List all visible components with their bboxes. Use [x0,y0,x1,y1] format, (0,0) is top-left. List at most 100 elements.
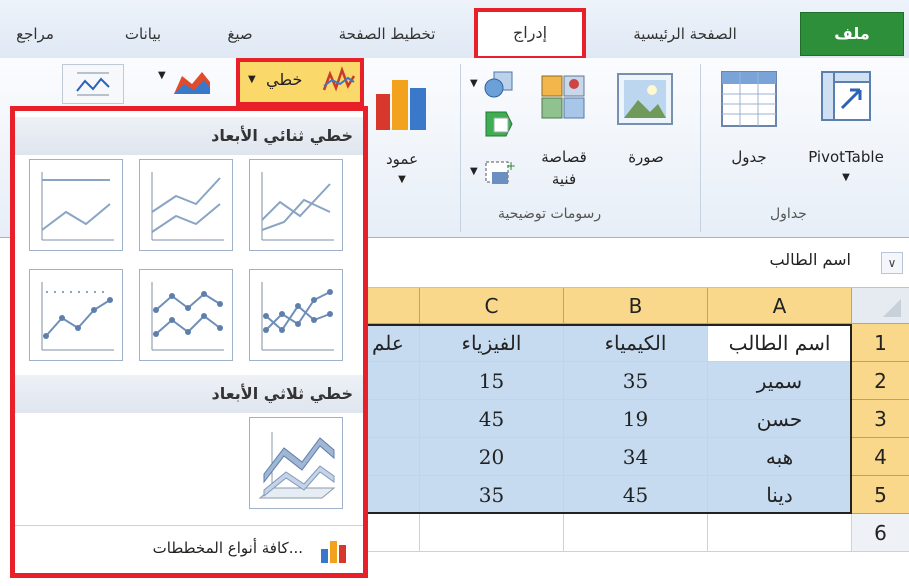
table-cell[interactable]: سمير [708,362,852,400]
table-cell[interactable]: 45 [420,400,564,438]
chevron-down-icon: ▼ [470,78,478,89]
chevron-down-icon: ▼ [398,174,406,185]
formula-bar-value: اسم الطالب [769,250,852,269]
column-chart-button[interactable]: عمود ▼ [368,64,436,194]
line-chart-icon [322,66,356,92]
active-cell[interactable]: اسم الطالب [708,324,852,362]
row-header[interactable]: 1 [852,324,909,362]
table-button[interactable]: جدول [712,64,786,194]
tab-file[interactable]: ملف [800,12,904,56]
clipart-label-line2: فنية [551,170,577,188]
stacked-line-chart-thumb[interactable] [139,159,233,251]
section-header-2d-line: خطي ثنائي الأبعاد [15,117,363,155]
picture-button[interactable]: صورة [606,64,686,194]
shapes-button[interactable]: ▼ [470,70,520,104]
tab-formulas[interactable]: صيغ [210,18,270,50]
table-icon [721,71,777,127]
group-separator [460,64,461,232]
percent-line-markers-chart-option-icon [261,282,334,351]
chevron-down-icon[interactable]: ∨ [881,252,903,274]
table-cell[interactable] [368,400,420,438]
table-cell[interactable] [420,514,564,552]
pivottable-button[interactable]: PivotTable ▼ [790,64,902,194]
column-chart-label: عمود [385,150,419,168]
column-header-B[interactable]: B [564,288,708,324]
stacked-line-markers-chart-option-icon [151,282,224,351]
svg-text:+: + [506,159,516,173]
table-cell[interactable] [368,514,420,552]
picture-label: صورة [628,148,664,166]
formula-bar[interactable]: اسم الطالب ∨ [368,238,909,288]
stacked-line-chart-option-icon [151,172,224,241]
percent-line-chart-option-icon [261,172,334,241]
area-chart-button[interactable]: ▼ [150,64,220,104]
all-chart-types-label: كافة أنواع المخططات... [152,539,303,557]
chart-types-icon [321,541,346,563]
line-markers-chart-thumb[interactable] [29,269,123,361]
table-cell[interactable] [368,438,420,476]
table-header-cell[interactable]: علم [368,324,420,362]
line-chart-option-icon [41,172,114,241]
column-header-D[interactable] [368,288,420,324]
percent-line-chart-thumb[interactable] [249,159,343,251]
section-header-3d-line: خطي ثلاثي الأبعاد [15,375,363,413]
screenshot-button[interactable]: ▼ + [470,158,520,192]
chevron-down-icon: ▼ [248,74,256,85]
group-label-illustrations: رسومات توضيحية [498,206,602,222]
tab-page-layout[interactable]: تخطيط الصفحة [312,18,462,50]
table-header-cell[interactable]: الكيمياء [564,324,708,362]
row-header[interactable]: 6 [852,514,909,552]
smartart-icon [485,111,513,137]
ribbon-tab-bar: مراجع بيانات صيغ تخطيط الصفحة إدراج الصف… [0,0,909,60]
table-cell[interactable] [368,362,420,400]
table-cell[interactable]: 35 [564,362,708,400]
table-cell[interactable]: 35 [420,476,564,514]
sparkline-icon [76,72,110,96]
picture-icon [617,73,673,125]
table-cell[interactable]: 45 [564,476,708,514]
chevron-down-icon: ▼ [470,166,478,177]
table-cell[interactable]: دينا [708,476,852,514]
smartart-button[interactable] [482,108,518,144]
line-chart-button[interactable]: ▼ خطي [236,58,364,106]
table-label: جدول [731,148,767,166]
percent-line-markers-chart-thumb[interactable] [249,269,343,361]
tab-review[interactable]: مراجع [0,18,70,50]
line-chart-gallery: خطي ثنائي الأبعاد خطي ثلاثي الأبعاد كافة… [10,106,368,578]
group-separator [700,64,701,232]
clipart-icon [541,75,585,119]
row-header[interactable]: 3 [852,400,909,438]
spreadsheet-grid: C B A 1 2 3 4 5 6 علم الفيزياء الكيمياء … [368,288,909,586]
table-cell[interactable]: 15 [420,362,564,400]
table-cell[interactable] [708,514,852,552]
line-markers-chart-option-icon [41,282,114,351]
clipart-label-line1: قصاصة [541,148,587,166]
row-header[interactable]: 5 [852,476,909,514]
table-cell[interactable] [368,476,420,514]
table-cell[interactable]: هبه [708,438,852,476]
table-cell[interactable]: 20 [420,438,564,476]
table-cell[interactable]: حسن [708,400,852,438]
group-label-tables: جداول [770,206,807,222]
table-cell[interactable] [564,514,708,552]
table-header-cell[interactable]: الفيزياء [420,324,564,362]
stacked-line-markers-chart-thumb[interactable] [139,269,233,361]
chevron-down-icon: ▼ [158,70,166,81]
3d-line-chart-thumb[interactable] [249,417,343,509]
select-all-corner[interactable] [852,288,909,324]
tab-home[interactable]: الصفحة الرئيسية [600,18,770,50]
all-chart-types-link[interactable]: كافة أنواع المخططات... [15,525,363,573]
line-chart-thumb[interactable] [29,159,123,251]
tab-data[interactable]: بيانات [108,18,178,50]
row-header[interactable]: 4 [852,438,909,476]
3d-line-chart-option-icon [258,432,336,499]
table-cell[interactable]: 34 [564,438,708,476]
area-chart-icon [174,72,210,94]
row-header[interactable]: 2 [852,362,909,400]
column-header-C[interactable]: C [420,288,564,324]
tab-insert[interactable]: إدراج [474,8,586,60]
sparkline-button[interactable] [62,64,124,104]
table-cell[interactable]: 19 [564,400,708,438]
clipart-button[interactable]: قصاصة فنية [526,64,602,194]
column-header-A[interactable]: A [708,288,852,324]
